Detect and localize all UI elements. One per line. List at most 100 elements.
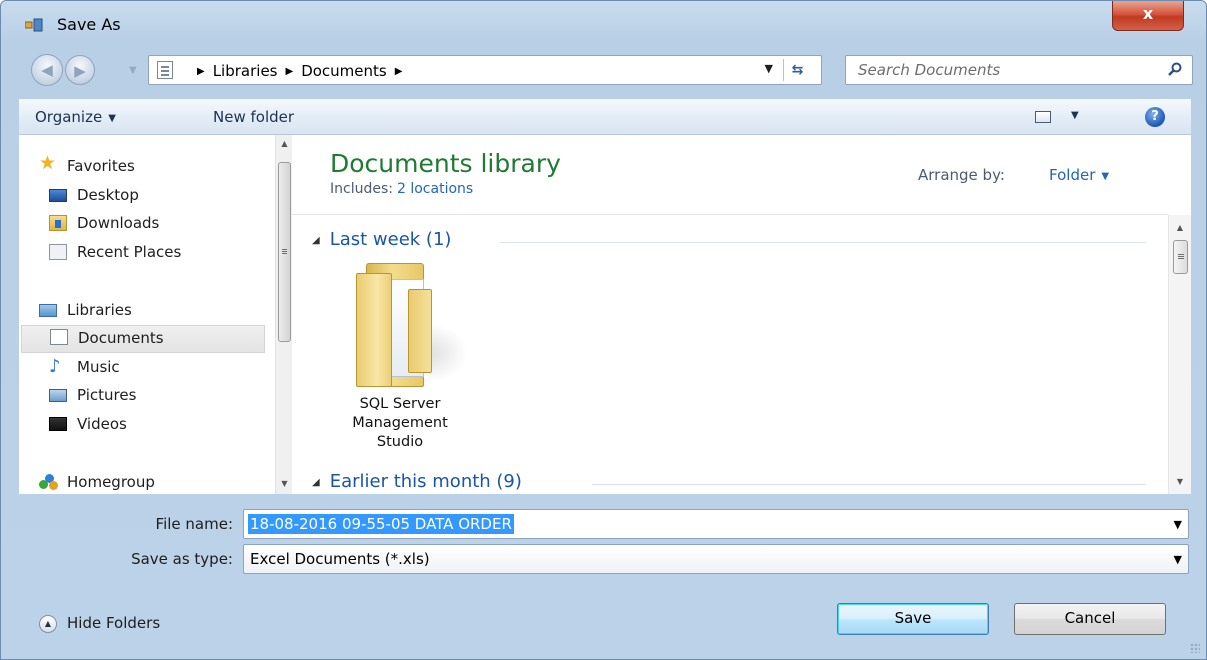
close-button[interactable]: x [1112, 1, 1184, 31]
arrange-by-dropdown[interactable]: Folder ▼ [1049, 166, 1109, 184]
file-name-label: File name: [155, 515, 233, 533]
content-area: ★ Favorites Desktop Downloads Recent Pla… [19, 135, 1191, 494]
address-dropdown-icon[interactable]: ▼ [765, 62, 773, 75]
group-header-earlier-this-month[interactable]: ◢ Earlier this month (9) [312, 471, 522, 495]
nav-recent-places[interactable]: Recent Places [49, 241, 259, 267]
chevron-down-icon[interactable]: ▼ [1174, 553, 1182, 566]
folder-name: SQL Server Management Studio [342, 395, 458, 452]
locations-link[interactable]: 2 locations [397, 181, 473, 197]
nav-favorites-label: Favorites [67, 157, 135, 175]
downloads-folder-icon [49, 215, 67, 231]
nav-videos[interactable]: Videos [49, 413, 249, 439]
change-view-icon[interactable] [1035, 111, 1051, 123]
homegroup-icon [39, 474, 59, 492]
chevron-down-icon: ▼ [1101, 171, 1110, 182]
address-bar[interactable]: ▶ Libraries ▶ Documents ▶ ▼ ⇆ [148, 55, 822, 85]
pictures-icon [49, 389, 67, 402]
collapse-up-icon: ▲ [39, 615, 57, 633]
nav-libraries-label: Libraries [67, 301, 132, 319]
group-divider [500, 242, 1146, 243]
breadcrumb-arrow-icon[interactable]: ▶ [395, 66, 403, 77]
hide-folders-label: Hide Folders [67, 614, 161, 632]
library-header: Documents library Includes: 2 locations A… [292, 135, 1168, 215]
document-location-icon [157, 61, 173, 79]
folder-name-line: Management [352, 415, 448, 431]
dialog-title: Save As [57, 15, 121, 34]
save-type-select[interactable]: Excel Documents (*.xls) ▼ [243, 544, 1189, 574]
arrange-by-label: Arrange by: [918, 166, 1005, 184]
nav-libraries[interactable]: Libraries [39, 299, 239, 325]
view-options-dropdown-icon[interactable]: ▼ [1071, 110, 1079, 121]
nav-pictures[interactable]: Pictures [49, 384, 249, 410]
recent-locations-dropdown[interactable]: ▼ [129, 65, 137, 76]
file-name-input[interactable]: 18-08-2016 09-55-05 DATA ORDER ▼ [243, 509, 1189, 539]
save-as-dialog: Save As x ◀ ▶ ▼ ▶ Libraries ▶ Documents ▶ ▼ … [0, 0, 1207, 660]
nav-pane-scrollbar[interactable]: ▲ ▼ [275, 135, 292, 494]
scroll-down-arrow-icon[interactable]: ▼ [1169, 473, 1191, 491]
search-box[interactable] [845, 55, 1193, 85]
nav-homegroup[interactable]: Homegroup [39, 471, 239, 497]
folder-item[interactable]: SQL Server Management Studio [346, 263, 468, 452]
chevron-down-icon[interactable]: ▼ [1174, 518, 1182, 531]
file-list-pane: Documents library Includes: 2 locations A… [292, 135, 1191, 494]
breadcrumb-arrow-icon[interactable]: ▶ [286, 66, 294, 77]
nav-recent-places-label: Recent Places [77, 243, 182, 261]
navigation-pane: ★ Favorites Desktop Downloads Recent Pla… [19, 135, 275, 494]
library-includes: Includes: 2 locations [330, 181, 473, 197]
organize-label: Organize [35, 108, 103, 126]
save-type-row: Save as type: Excel Documents (*.xls) ▼ [1, 544, 1207, 574]
desktop-icon [49, 189, 67, 202]
folder-name-line: Studio [376, 434, 424, 450]
scroll-up-arrow-icon[interactable]: ▲ [276, 135, 293, 152]
library-title: Documents library [330, 149, 561, 178]
star-icon: ★ [39, 152, 57, 174]
refresh-icon[interactable]: ⇆ [783, 59, 811, 81]
collapse-triangle-icon[interactable]: ◢ [312, 235, 320, 246]
nav-homegroup-label: Homegroup [67, 473, 155, 491]
forward-button[interactable]: ▶ [65, 55, 95, 85]
nav-pictures-label: Pictures [77, 386, 137, 404]
nav-desktop[interactable]: Desktop [49, 184, 249, 210]
folder-icon [346, 263, 468, 387]
scroll-up-arrow-icon[interactable]: ▲ [1169, 219, 1191, 237]
file-list-scrollbar[interactable]: ▲ ▼ [1168, 215, 1191, 494]
collapse-triangle-icon[interactable]: ◢ [312, 477, 320, 488]
scrollbar-thumb[interactable] [1173, 240, 1188, 274]
resize-grip-icon[interactable] [1190, 643, 1200, 653]
save-type-label: Save as type: [131, 550, 233, 568]
recent-places-icon [49, 244, 67, 260]
title-bar[interactable]: Save As x [1, 1, 1206, 41]
save-type-value: Excel Documents (*.xls) [250, 550, 430, 568]
breadcrumb-arrow-icon[interactable]: ▶ [197, 66, 205, 77]
film-icon [49, 417, 67, 431]
libraries-icon [39, 304, 57, 317]
search-icon[interactable] [1168, 62, 1182, 76]
breadcrumb-libraries[interactable]: Libraries [213, 62, 278, 80]
chevron-down-icon: ▼ [108, 113, 116, 124]
organize-button[interactable]: Organize ▼ [35, 108, 116, 126]
nav-downloads-label: Downloads [77, 214, 160, 232]
nav-desktop-label: Desktop [77, 186, 139, 204]
nav-downloads[interactable]: Downloads [49, 212, 249, 238]
address-row: ◀ ▶ ▼ ▶ Libraries ▶ Documents ▶ ▼ ⇆ [1, 51, 1206, 89]
save-button[interactable]: Save [837, 603, 989, 635]
group-header-last-week[interactable]: ◢ Last week (1) [312, 229, 451, 253]
nav-favorites[interactable]: ★ Favorites [39, 152, 239, 181]
nav-documents[interactable]: Documents [21, 325, 265, 353]
folder-name-line: SQL Server [359, 396, 441, 412]
cancel-button[interactable]: Cancel [1014, 603, 1166, 635]
file-name-value: 18-08-2016 09-55-05 DATA ORDER [248, 514, 514, 534]
breadcrumb-documents[interactable]: Documents [301, 62, 387, 80]
scrollbar-thumb[interactable] [278, 162, 291, 342]
back-button[interactable]: ◀ [31, 54, 63, 86]
search-input[interactable] [858, 60, 1148, 80]
document-icon [50, 329, 68, 345]
nav-music-label: Music [77, 358, 120, 376]
file-name-row: File name: 18-08-2016 09-55-05 DATA ORDE… [1, 509, 1207, 539]
app-icon [25, 18, 43, 32]
scroll-down-arrow-icon[interactable]: ▼ [276, 475, 293, 492]
music-note-icon: ♪ [49, 356, 61, 377]
help-icon[interactable]: ? [1145, 107, 1165, 127]
new-folder-button[interactable]: New folder [213, 108, 294, 126]
nav-music[interactable]: ♪ Music [49, 356, 249, 382]
